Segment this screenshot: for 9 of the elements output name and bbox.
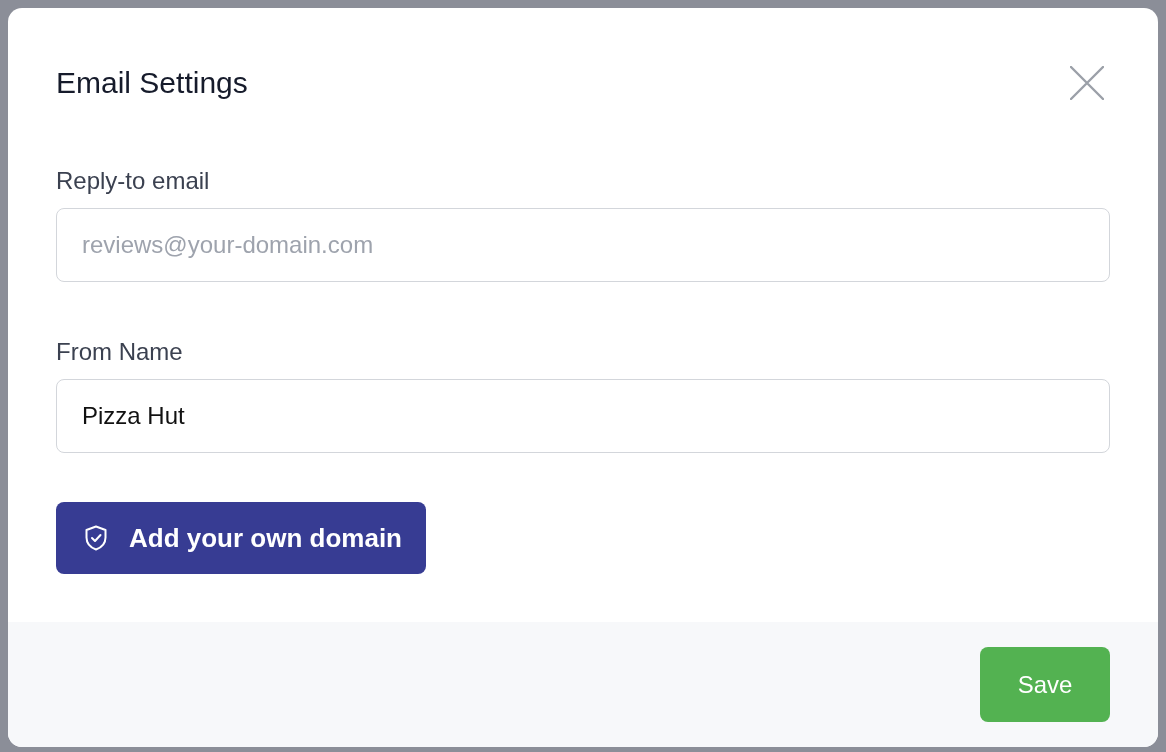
field-label: Reply-to email (56, 166, 211, 196)
field-label: From Name (56, 337, 184, 367)
input-field[interactable]: Pizza Hut (56, 379, 1110, 453)
close-icon (1070, 66, 1104, 100)
add-domain-button[interactable]: Add your own domain (56, 502, 426, 574)
input-field[interactable]: reviews@your-domain.com (56, 208, 1110, 282)
dialog-title: Email Settings (56, 65, 248, 101)
shield-check-icon (85, 525, 107, 551)
close-button[interactable] (1070, 66, 1104, 100)
